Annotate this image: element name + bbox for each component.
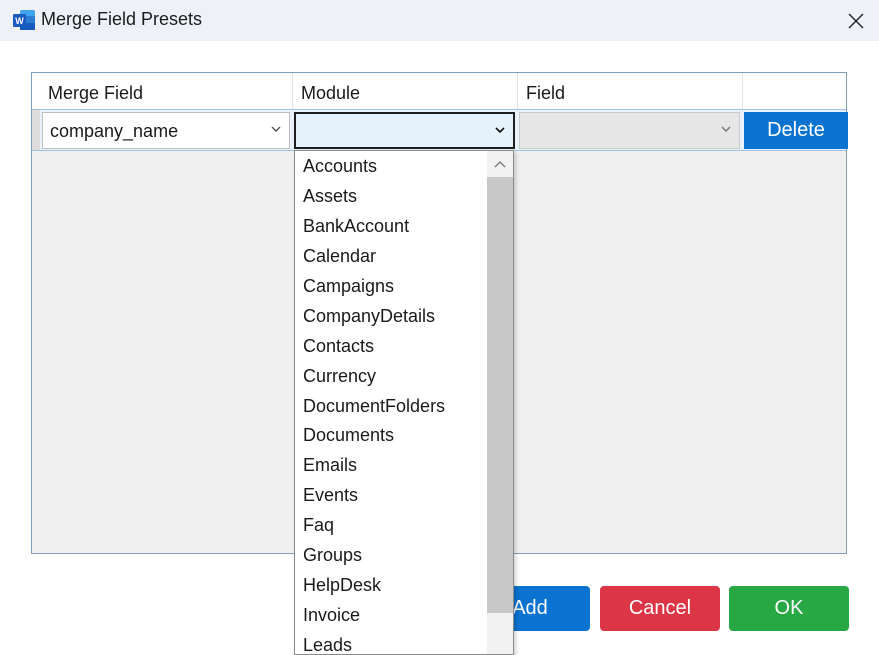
title-bar: W Merge Field Presets bbox=[0, 0, 879, 41]
close-icon bbox=[848, 13, 864, 28]
list-item[interactable]: Leads bbox=[295, 630, 487, 654]
chevron-down-icon bbox=[495, 127, 505, 134]
row-header[interactable] bbox=[32, 110, 40, 150]
list-item[interactable]: Events bbox=[295, 480, 487, 510]
list-item[interactable]: Groups bbox=[295, 540, 487, 570]
list-item[interactable]: Campaigns bbox=[295, 271, 487, 301]
list-item[interactable]: DocumentFolders bbox=[295, 391, 487, 421]
svg-text:W: W bbox=[15, 16, 24, 26]
grid-header: Merge Field Module Field bbox=[32, 73, 846, 109]
chevron-up-icon bbox=[494, 161, 506, 168]
dropdown-scrollbar[interactable] bbox=[487, 151, 513, 654]
close-button[interactable] bbox=[833, 0, 879, 41]
merge-field-value: company_name bbox=[50, 121, 179, 141]
word-app-icon: W bbox=[13, 10, 35, 30]
list-item[interactable]: Calendar bbox=[295, 241, 487, 271]
list-item[interactable]: HelpDesk bbox=[295, 570, 487, 600]
module-dropdown-list: Accounts Assets BankAccount Calendar Cam… bbox=[294, 150, 514, 655]
dropdown-options: Accounts Assets BankAccount Calendar Cam… bbox=[295, 151, 487, 654]
list-item[interactable]: Assets bbox=[295, 181, 487, 211]
scrollbar-thumb[interactable] bbox=[487, 177, 513, 613]
list-item[interactable]: CompanyDetails bbox=[295, 301, 487, 331]
field-combo[interactable] bbox=[519, 112, 740, 149]
delete-button[interactable]: Delete bbox=[744, 112, 848, 149]
cancel-button[interactable]: Cancel bbox=[600, 586, 720, 631]
column-header-field[interactable]: Field bbox=[518, 73, 743, 109]
list-item[interactable]: Contacts bbox=[295, 331, 487, 361]
column-header-module[interactable]: Module bbox=[293, 73, 518, 109]
list-item[interactable]: Currency bbox=[295, 361, 487, 391]
chevron-down-icon bbox=[721, 126, 731, 132]
merge-field-combo[interactable]: company_name bbox=[42, 112, 290, 149]
column-header-actions bbox=[743, 73, 846, 109]
chevron-down-icon bbox=[271, 126, 281, 132]
module-combo[interactable] bbox=[294, 112, 515, 149]
table-row[interactable]: company_name Delete bbox=[32, 109, 848, 151]
list-item[interactable]: Faq bbox=[295, 510, 487, 540]
list-item[interactable]: BankAccount bbox=[295, 211, 487, 241]
list-item[interactable]: Documents bbox=[295, 420, 487, 450]
column-header-merge-field[interactable]: Merge Field bbox=[40, 73, 293, 109]
scroll-up-button[interactable] bbox=[487, 151, 513, 177]
ok-button[interactable]: OK bbox=[729, 586, 849, 631]
list-item[interactable]: Emails bbox=[295, 450, 487, 480]
list-item[interactable]: Invoice bbox=[295, 600, 487, 630]
window-title: Merge Field Presets bbox=[41, 9, 203, 29]
list-item[interactable]: Accounts bbox=[295, 151, 487, 181]
